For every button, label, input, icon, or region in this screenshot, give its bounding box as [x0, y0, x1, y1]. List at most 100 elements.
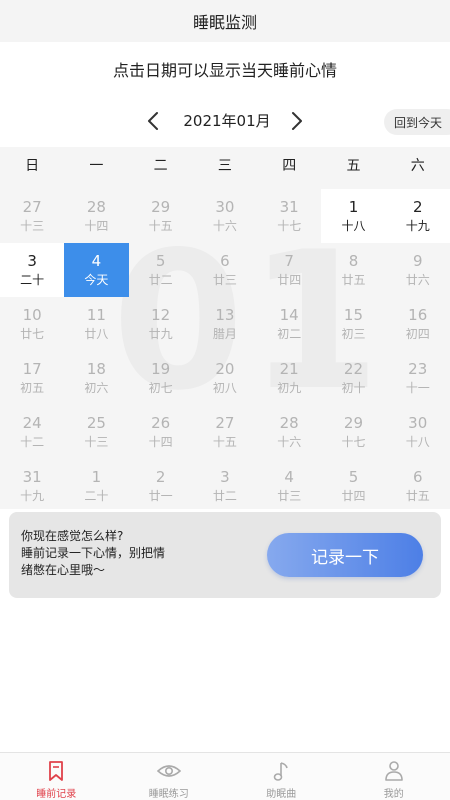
bookmark-icon — [44, 759, 68, 783]
calendar-day[interactable]: 9 廿六 — [386, 243, 450, 297]
lunar-date: 廿二 — [148, 272, 173, 287]
day-number: 2 — [412, 197, 423, 216]
lunar-date: 初五 — [20, 380, 45, 395]
calendar-day[interactable]: 11 廿八 — [64, 297, 128, 351]
lunar-date: 十三 — [20, 218, 45, 233]
calendar-day[interactable]: 28 十四 — [64, 189, 128, 243]
calendar-day-selected[interactable]: 4 今天 — [64, 243, 129, 297]
lunar-date: 初四 — [405, 326, 430, 341]
next-month-button[interactable] — [284, 108, 310, 134]
day-number: 8 — [348, 251, 359, 270]
day-number: 20 — [215, 359, 235, 378]
calendar-day[interactable]: 29 十五 — [129, 189, 193, 243]
calendar-day[interactable]: 21 初九 — [257, 351, 321, 405]
lunar-date: 廿四 — [341, 488, 366, 503]
calendar-day[interactable]: 1 十八 — [321, 189, 386, 243]
calendar-day[interactable]: 15 初三 — [321, 297, 385, 351]
lunar-date: 十八 — [341, 218, 366, 233]
day-number: 19 — [151, 359, 171, 378]
day-number: 23 — [408, 359, 428, 378]
lunar-date: 初九 — [277, 380, 302, 395]
calendar-day[interactable]: 27 十三 — [0, 189, 64, 243]
calendar-day[interactable]: 31 十七 — [257, 189, 321, 243]
calendar-day[interactable]: 4 廿三 — [257, 459, 321, 509]
day-number: 31 — [22, 467, 42, 486]
day-number: 9 — [412, 251, 423, 270]
record-mood-button[interactable]: 记录一下 — [267, 533, 423, 577]
mood-prompt-line: 你现在感觉怎么样? — [21, 529, 124, 543]
day-number: 5 — [348, 467, 359, 486]
calendar-day[interactable]: 29 十七 — [321, 405, 385, 459]
calendar-day[interactable]: 20 初八 — [193, 351, 257, 405]
lunar-date: 初六 — [84, 380, 109, 395]
calendar-day[interactable]: 17 初五 — [0, 351, 64, 405]
weekday-label: 三 — [217, 158, 232, 174]
calendar-day[interactable]: 14 初二 — [257, 297, 321, 351]
calendar-day[interactable]: 19 初七 — [129, 351, 193, 405]
day-number: 1 — [348, 197, 359, 216]
calendar-day[interactable]: 1 二十 — [64, 459, 128, 509]
lunar-date: 初七 — [148, 380, 173, 395]
tab-label: 我的 — [383, 789, 404, 800]
calendar-day[interactable]: 5 廿二 — [129, 243, 193, 297]
person-icon — [382, 759, 406, 783]
day-number: 4 — [284, 467, 294, 486]
calendar-day[interactable]: 25 十三 — [64, 405, 128, 459]
lunar-date: 十六 — [277, 434, 302, 449]
calendar-day[interactable]: 28 十六 — [257, 405, 321, 459]
day-number: 2 — [155, 467, 166, 486]
calendar-day[interactable]: 13 腊月 — [193, 297, 257, 351]
day-number: 14 — [279, 305, 299, 324]
calendar-day[interactable]: 12 廿九 — [129, 297, 193, 351]
calendar-day[interactable]: 18 初六 — [64, 351, 128, 405]
weekday-label: 四 — [282, 158, 297, 174]
calendar-day[interactable]: 6 廿五 — [386, 459, 450, 509]
day-number: 28 — [86, 197, 106, 216]
calendar-day[interactable]: 7 廿四 — [257, 243, 321, 297]
calendar-day[interactable]: 3 廿二 — [193, 459, 257, 509]
back-to-today-button[interactable]: 回到今天 — [384, 109, 450, 135]
lunar-date: 十四 — [84, 218, 109, 233]
calendar-day[interactable]: 16 初四 — [386, 297, 450, 351]
lunar-date: 十五 — [148, 218, 173, 233]
day-number: 13 — [215, 305, 235, 324]
lunar-date: 初十 — [341, 380, 366, 395]
calendar-day[interactable]: 26 十四 — [129, 405, 193, 459]
tab-sleep-practice[interactable]: 睡眠练习 — [113, 753, 226, 800]
calendar-day[interactable]: 5 廿四 — [321, 459, 385, 509]
calendar-day[interactable]: 3 二十 — [0, 243, 65, 297]
lunar-date: 廿二 — [212, 488, 237, 503]
calendar-day[interactable]: 24 十二 — [0, 405, 64, 459]
calendar-day[interactable]: 27 十五 — [193, 405, 257, 459]
lunar-date: 十七 — [341, 434, 366, 449]
tab-sleep-record[interactable]: 睡前记录 — [0, 753, 113, 800]
title-bar: 睡眠监测 — [0, 0, 450, 42]
calendar-day[interactable]: 22 初十 — [321, 351, 385, 405]
lunar-date: 腊月 — [212, 326, 237, 341]
lunar-date: 廿五 — [405, 488, 430, 503]
calendar-day[interactable]: 30 十六 — [193, 189, 257, 243]
tab-mine[interactable]: 我的 — [338, 753, 450, 800]
weekday-label: 日 — [25, 158, 40, 174]
month-navigator: 2021年01月 回到今天 — [0, 104, 450, 138]
calendar-day[interactable]: 2 十九 — [385, 189, 450, 243]
calendar-day[interactable]: 30 十八 — [386, 405, 450, 459]
calendar: 01 日 一 二 三 四 五 六 27 十三 28 十四 29 十五 30 十六 31 十七 1 十八… — [0, 147, 450, 509]
lunar-date: 初二 — [277, 326, 302, 341]
day-number: 25 — [86, 413, 106, 432]
calendar-day[interactable]: 23 十一 — [386, 351, 450, 405]
lunar-date: 二十 — [84, 488, 109, 503]
calendar-day[interactable]: 10 廿七 — [0, 297, 64, 351]
calendar-day[interactable]: 6 廿三 — [193, 243, 257, 297]
calendar-day[interactable]: 2 廿一 — [129, 459, 193, 509]
tab-sleep-music[interactable]: 助眠曲 — [225, 753, 338, 800]
mood-prompt-line: 睡前记录一下心情，别把情 — [21, 546, 166, 560]
lunar-date: 十五 — [212, 434, 237, 449]
calendar-day[interactable]: 31 十九 — [0, 459, 64, 509]
calendar-day[interactable]: 8 廿五 — [321, 243, 385, 297]
tab-label: 助眠曲 — [266, 789, 297, 800]
prev-month-button[interactable] — [140, 108, 166, 134]
bottom-tab-bar: 睡前记录 睡眠练习 助眠曲 我的 — [0, 752, 450, 800]
day-number: 17 — [22, 359, 42, 378]
day-number: 30 — [408, 413, 428, 432]
